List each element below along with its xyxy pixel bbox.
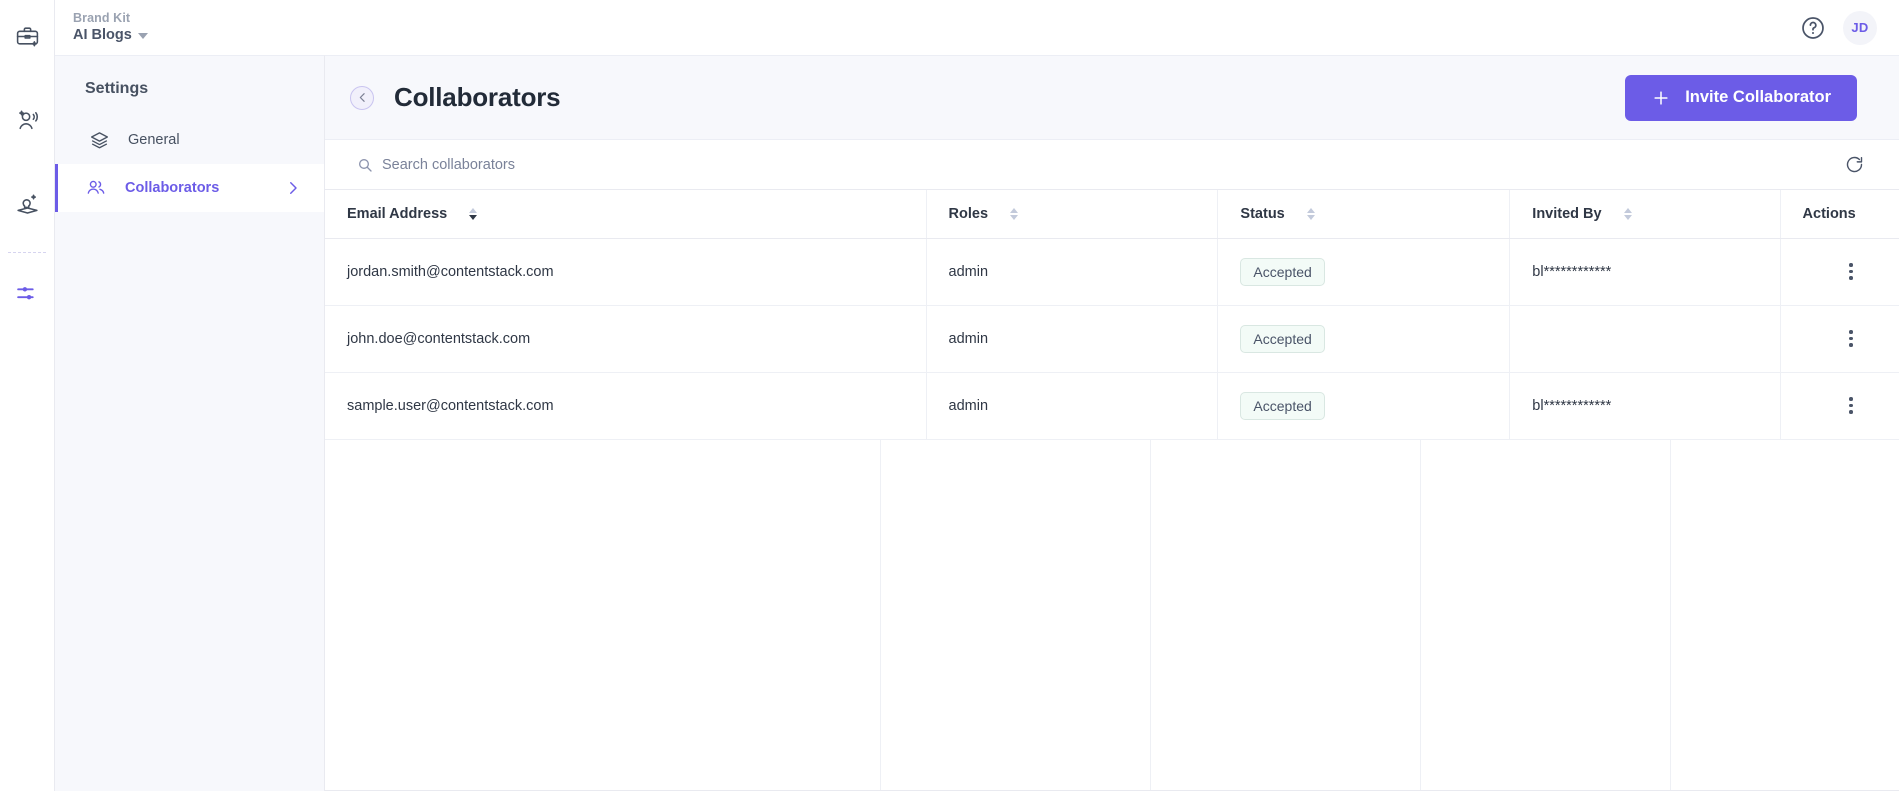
cell-actions	[1780, 372, 1899, 440]
cell-email: jordan.smith@contentstack.com	[325, 238, 927, 306]
column-header-invited-by[interactable]: Invited By	[1509, 190, 1781, 239]
status-badge: Accepted	[1240, 391, 1325, 420]
settings-heading: Settings	[85, 80, 149, 97]
table-head: Email Address Roles Status Invited By Ac…	[325, 190, 1899, 239]
cell-email: john.doe@contentstack.com	[325, 305, 927, 373]
cell-status: Accepted	[1217, 238, 1511, 306]
column-label-actions: Actions	[1802, 205, 1856, 222]
search-input[interactable]	[382, 156, 802, 173]
sort-toggle-invited-by[interactable]	[1623, 207, 1632, 220]
cell-actions	[1780, 305, 1899, 373]
chevron-down-icon	[137, 32, 148, 39]
table-header-row: Email Address Roles Status Invited By Ac…	[325, 190, 1899, 239]
column-header-status[interactable]: Status	[1217, 190, 1511, 239]
page-header: Collaborators Invite Collaborator	[325, 56, 1899, 140]
persona-voice-icon[interactable]	[5, 98, 49, 142]
collaborators-table: Email Address Roles Status Invited By Ac…	[325, 190, 1899, 440]
invite-collaborator-label: Invite Collaborator	[1685, 88, 1831, 106]
invite-collaborator-button[interactable]: Invite Collaborator	[1625, 74, 1857, 121]
cell-role: admin	[926, 305, 1219, 373]
status-badge: Accepted	[1240, 257, 1325, 286]
brand-block: Brand Kit AI Blogs	[55, 11, 148, 44]
table-row[interactable]: sample.user@contentstack.com admin Accep…	[325, 372, 1899, 440]
sort-toggle-roles[interactable]	[1010, 207, 1019, 220]
column-header-actions: Actions	[1780, 190, 1899, 239]
table-body: jordan.smith@contentstack.com admin Acce…	[325, 238, 1899, 440]
column-header-roles[interactable]: Roles	[926, 190, 1219, 239]
column-label-email: Email Address	[347, 205, 448, 222]
search-wrapper	[357, 156, 1838, 173]
search-icon	[357, 157, 373, 173]
page-title: Collaborators	[394, 82, 561, 112]
plus-icon	[1651, 88, 1671, 108]
cell-status: Accepted	[1217, 305, 1511, 373]
sort-toggle-status[interactable]	[1306, 207, 1315, 220]
back-button[interactable]	[350, 85, 374, 110]
table-grid-fill	[325, 439, 1899, 791]
chevron-right-icon	[284, 179, 302, 197]
top-bar: Brand Kit AI Blogs JD	[55, 0, 1899, 55]
search-row	[325, 140, 1899, 190]
collaborators-table-area: Email Address Roles Status Invited By Ac…	[325, 190, 1899, 791]
stack-name: AI Blogs	[73, 27, 132, 44]
cell-email: sample.user@contentstack.com	[325, 372, 927, 440]
row-menu-icon[interactable]	[1841, 397, 1861, 414]
main-panel: Collaborators Invite Collaborator Search…	[325, 55, 1899, 791]
cell-status: Accepted	[1217, 372, 1511, 440]
status-badge: Accepted	[1240, 324, 1325, 353]
topbar-actions: JD	[1799, 10, 1899, 45]
sidebar-item-label-general: General	[128, 132, 180, 148]
app-root: Brand Kit AI Blogs JD Settings General C…	[0, 0, 1899, 791]
sidebar-item-general[interactable]: General	[55, 116, 324, 164]
rail-divider	[8, 252, 46, 253]
avatar[interactable]: JD	[1843, 10, 1877, 45]
row-menu-icon[interactable]	[1841, 263, 1861, 280]
brand-insights-icon[interactable]	[5, 182, 49, 226]
cell-actions	[1780, 238, 1899, 306]
brand-kit-label: Brand Kit	[73, 10, 131, 25]
sidebar-item-collaborators[interactable]: Collaborators	[55, 164, 324, 212]
briefcase-sparkle-icon[interactable]	[5, 14, 49, 58]
layers-icon	[88, 129, 110, 151]
help-icon[interactable]	[1799, 14, 1827, 42]
sort-toggle-email[interactable]	[469, 207, 478, 220]
settings-sidebar: Settings General Collaborators	[55, 55, 325, 791]
users-icon	[85, 177, 107, 199]
column-label-status: Status	[1240, 205, 1285, 222]
column-header-email[interactable]: Email Address	[325, 190, 927, 239]
table-row[interactable]: john.doe@contentstack.com admin Accepted	[325, 305, 1899, 373]
column-label-invited-by: Invited By	[1532, 205, 1602, 222]
cell-role: admin	[926, 372, 1219, 440]
row-menu-icon[interactable]	[1841, 330, 1861, 347]
refresh-icon[interactable]	[1838, 148, 1871, 181]
cell-role: admin	[926, 238, 1219, 306]
cell-invited-by: bl************	[1509, 372, 1781, 440]
sidebar-item-label-collaborators: Collaborators	[125, 180, 220, 196]
stack-selector[interactable]: AI Blogs	[73, 27, 148, 44]
column-label-roles: Roles	[948, 205, 989, 222]
cell-invited-by	[1509, 305, 1781, 373]
table-row[interactable]: jordan.smith@contentstack.com admin Acce…	[325, 238, 1899, 306]
settings-sliders-icon[interactable]	[5, 271, 49, 315]
cell-invited-by: bl************	[1509, 238, 1781, 306]
global-icon-rail	[0, 0, 55, 791]
